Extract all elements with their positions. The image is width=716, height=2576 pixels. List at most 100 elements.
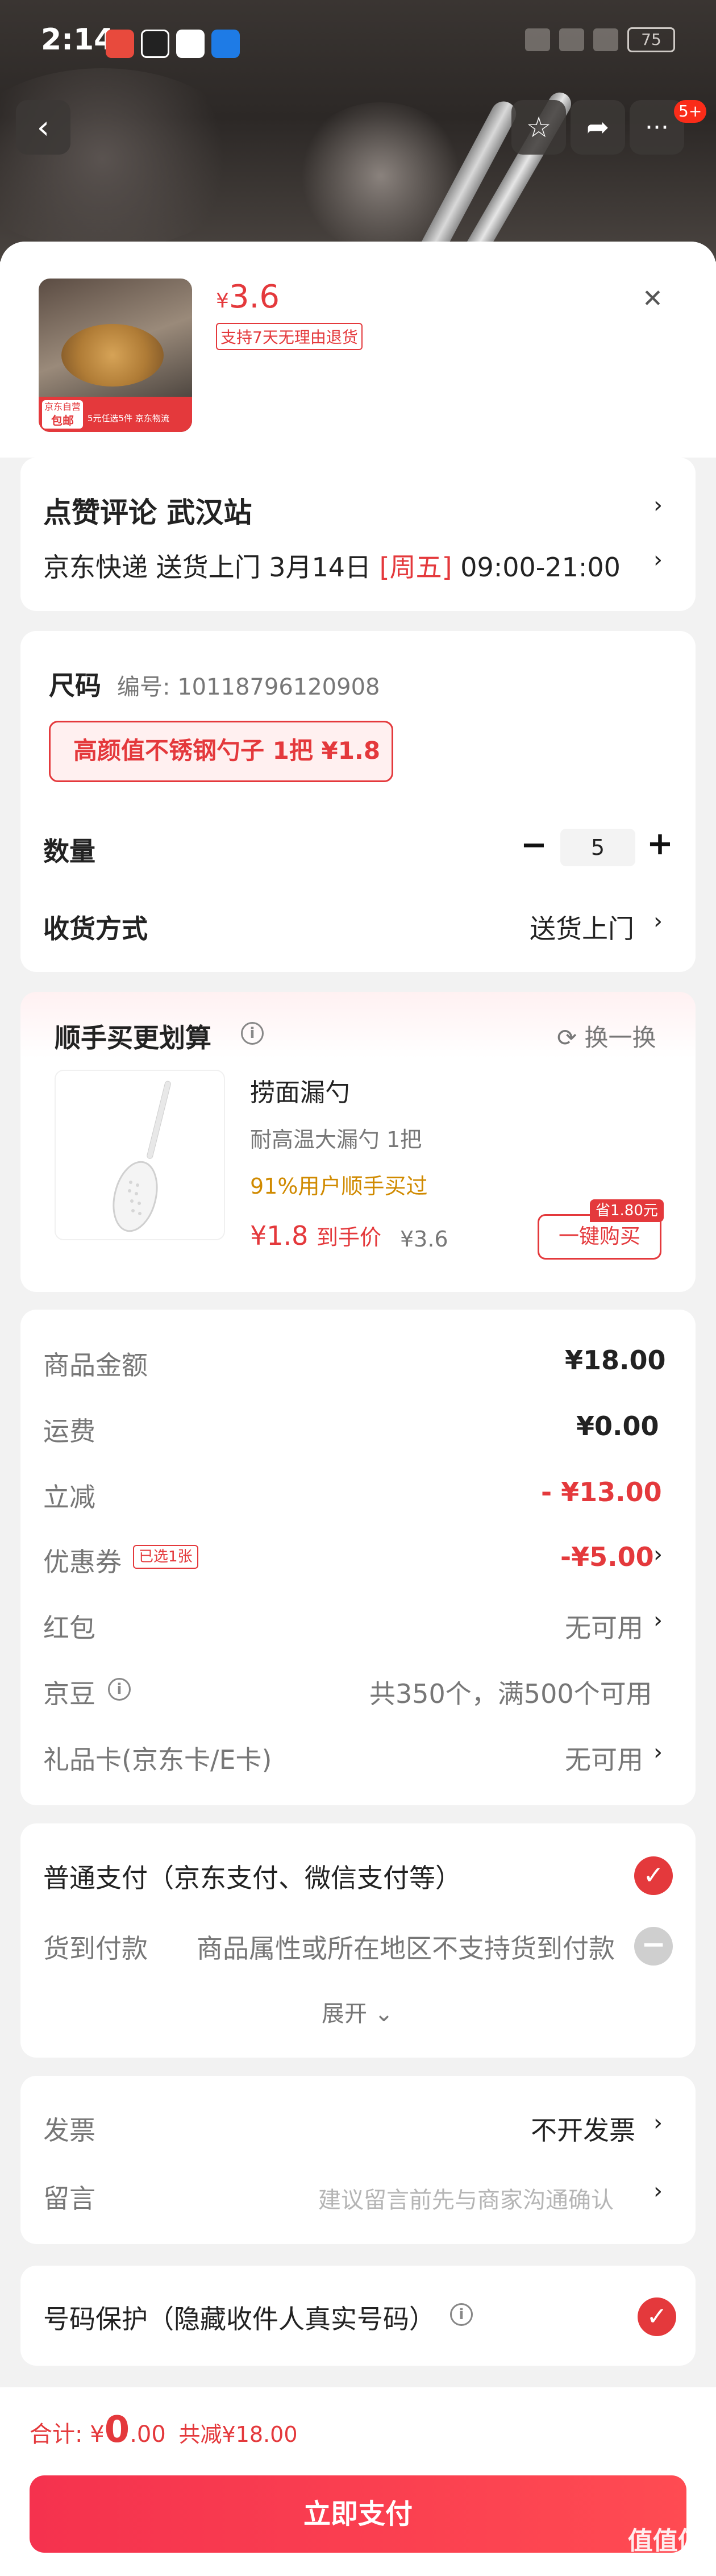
status-right-icons: 75 [525,27,675,52]
address-line: 点赞评论 武汉站 [43,496,252,529]
deal-price-value: ¥1.8 [250,1220,309,1251]
signal-icon [559,28,584,51]
total-saved: 共减¥18.00 [178,2422,298,2447]
summary-value: - ¥13.00 [541,1477,662,1507]
invoice-card [20,2076,696,2244]
ladle-image [113,1081,171,1232]
status-bar: 2:14 75 [0,0,716,91]
message-icon [211,30,240,58]
delivery-prefix: 京东快递 送货上门 3月14日 [43,552,380,583]
share-icon: ➦ [586,111,610,143]
wifi-icon [525,28,550,51]
invoice-value[interactable]: 不开发票 [531,2110,635,2147]
address-card[interactable] [20,458,696,611]
summary-value[interactable]: 无可用 [565,1607,643,1645]
sku-number: 编号: 10118796120908 [117,674,380,700]
total-int: 0 [104,2409,130,2451]
spec-option-selected[interactable]: 高颜值不锈钢勺子 1把 ¥1.8 [49,721,393,782]
share-button[interactable]: ➦ [571,100,625,155]
more-icon: ··· [645,113,669,142]
order-total: 合计: ¥0.00 共减¥18.00 [30,2409,298,2451]
chevron-right-icon: › [653,2178,663,2204]
price-symbol: ¥ [216,289,229,313]
chevron-right-icon: › [653,1607,663,1634]
summary-label: 立减 [43,1482,95,1513]
chevron-right-icon: › [653,1542,663,1568]
app-icon [176,30,205,58]
chevron-left-icon: ‹ [36,109,50,146]
chevron-down-icon: ⌄ [374,2001,394,2027]
chevron-right-icon: › [653,908,663,934]
close-button[interactable]: ✕ [642,284,663,313]
payment-option-cod: 货到付款 [43,1933,148,1964]
total-label: 合计: [30,2421,90,2448]
chevron-right-icon: › [653,547,663,573]
summary-value: ¥0.00 [576,1411,659,1441]
status-time: 2:14 [41,23,115,57]
quantity-plus-button[interactable]: + [647,825,673,862]
payment-option-normal[interactable]: 普通支付（京东支付、微信支付等） [43,1858,461,1895]
favorite-button[interactable]: ☆ [511,100,566,155]
thumb-strip-text: 5元任选5件 京东物流 [88,413,169,423]
quantity-label: 数量 [43,836,95,867]
shipping-method-label: 收货方式 [43,913,148,944]
refresh-label: 换一换 [584,1024,656,1052]
note-input[interactable]: 建议留言前先与商家沟通确认 [318,2182,614,2214]
payment-option-cod-desc: 商品属性或所在地区不支持货到付款 [197,1933,615,1964]
disabled-minus-icon: − [634,1927,673,1966]
deal-title: 顺手买更划算 [55,1023,211,1053]
save-amount-tag: 省1.80元 [590,1199,664,1222]
refresh-button[interactable]: ⟳ 换一换 [557,1019,656,1053]
refresh-icon: ⟳ [557,1024,585,1052]
quantity-minus-button[interactable]: − [521,826,547,863]
number-protection-label: 号码保护（隐藏收件人真实号码） [43,2304,435,2334]
summary-value[interactable]: -¥5.00 [560,1542,654,1572]
summary-label: 商品金额 [43,1350,148,1381]
expand-button[interactable]: 展开 ⌄ [322,1995,393,2028]
checked-icon[interactable]: ✓ [634,1856,673,1895]
checked-icon[interactable]: ✓ [638,2297,676,2336]
pay-now-button[interactable]: 立即支付 [30,2475,686,2553]
message-badge: 5+ [674,100,707,123]
total-symbol: ¥ [90,2421,105,2448]
chevron-right-icon: › [653,1739,663,1765]
deal-original-price: ¥3.6 [400,1227,448,1252]
summary-label: 运费 [43,1416,95,1447]
delivery-info: 京东快递 送货上门 3月14日 [周五] 09:00-21:00 [43,547,621,584]
watermark: 值值值 zhizhizhi.com [628,2520,705,2570]
summary-value[interactable]: 无可用 [565,1739,643,1777]
expand-label: 展开 [322,2001,367,2027]
info-icon[interactable]: i [450,2303,473,2326]
thumb-tag-top: 京东自营 [44,401,81,412]
deal-price-suffix: 到手价 [317,1225,382,1250]
chevron-right-icon: › [653,492,663,518]
deal-price: ¥1.8 到手价 [250,1220,381,1251]
deal-product-name[interactable]: 捞面漏勺 [250,1072,350,1108]
return-policy-badge: 支持7天无理由退货 [216,323,363,350]
price-value: 3.6 [228,279,280,315]
shipping-method-value[interactable]: 送货上门 [530,908,634,946]
summary-label[interactable]: 礼品卡(京东卡/E卡) [43,1739,272,1777]
info-icon[interactable]: i [108,1678,131,1701]
invoice-label: 发票 [43,2115,95,2146]
close-icon: ✕ [642,284,663,313]
info-icon[interactable]: i [241,1022,264,1045]
summary-value: 共350个，满500个可用 [369,1678,652,1709]
summary-label[interactable]: 优惠券 [43,1542,122,1579]
total-dec: .00 [130,2421,166,2448]
note-label: 留言 [43,2183,95,2214]
signal-icon-2 [593,28,618,51]
product-price: ¥3.6 [216,279,280,315]
quantity-input[interactable]: 5 [560,829,635,866]
battery-icon: 75 [627,27,675,52]
star-icon: ☆ [526,111,552,144]
spec-label: 尺码 [49,670,101,701]
notification-app-icon [106,30,134,58]
back-button[interactable]: ‹ [16,100,70,155]
delivery-weekday: [周五] [379,552,452,583]
thumb-tag-bottom: 包邮 [51,414,74,427]
product-thumbnail[interactable]: 京东自营 包邮 5元任选5件 京东物流 [39,279,192,432]
delivery-time-slot: 09:00-21:00 [452,552,621,583]
summary-label[interactable]: 红包 [43,1607,95,1645]
deal-social-proof: 91%用户顺手买过 [250,1174,428,1199]
